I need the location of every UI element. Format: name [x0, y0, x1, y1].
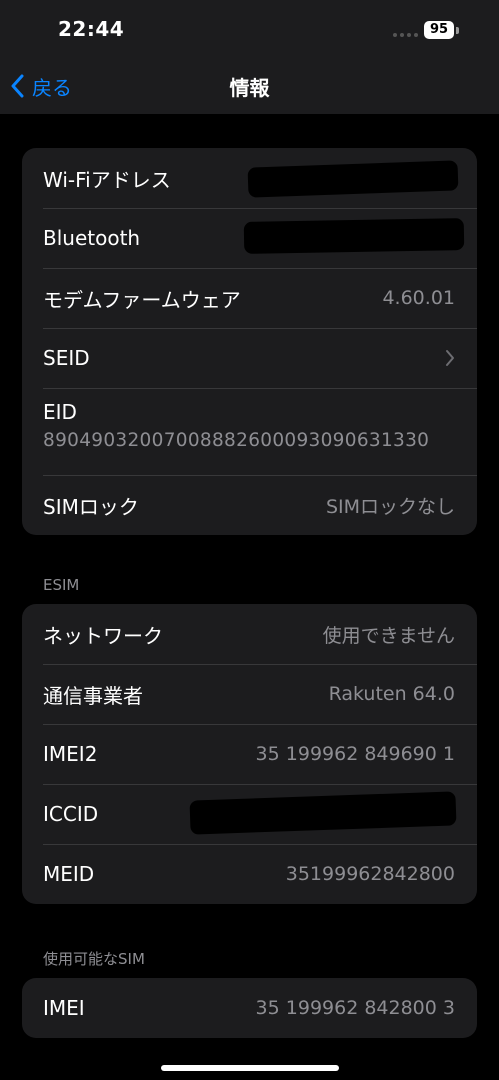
eid-value: 89049032007008882600093090631330 [43, 430, 430, 451]
imei2-label: IMEI2 [43, 742, 98, 766]
redaction-mark-bluetooth [243, 218, 465, 254]
network-label: ネットワーク [43, 623, 163, 648]
modem-firmware-row: モデムファームウェア 4.60.01 [22, 268, 477, 328]
imei-value: 35 199962 842800 3 [255, 997, 455, 1019]
meid-value: 35199962842800 [285, 863, 455, 885]
modem-firmware-value: 4.60.01 [382, 287, 455, 309]
seid-label: SEID [43, 346, 90, 370]
meid-row[interactable]: MEID 35199962842800 [22, 844, 477, 904]
status-bar: 22:44 95 [0, 0, 499, 60]
carrier-value: Rakuten 64.0 [328, 683, 455, 705]
network-row: ネットワーク 使用できません [22, 604, 477, 664]
imei-row[interactable]: IMEI 35 199962 842800 3 [22, 978, 477, 1038]
modem-firmware-label: モデムファームウェア [43, 287, 241, 312]
battery-icon: 95 [424, 21, 454, 39]
home-indicator[interactable] [161, 1065, 339, 1071]
imei2-value: 35 199962 849690 1 [255, 743, 455, 765]
eid-label: EID [43, 400, 77, 424]
bluetooth-label: Bluetooth [43, 226, 141, 250]
network-value: 使用できません [322, 624, 455, 647]
carrier-label: 通信事業者 [43, 683, 143, 708]
page-title: 情報 [229, 76, 270, 100]
sim-lock-row: SIMロック SIMロックなし [22, 475, 477, 535]
esim-section-title: ESIM [43, 576, 80, 594]
available-sim-group: IMEI 35 199962 842800 3 [22, 978, 477, 1038]
navigation-bar: 戻る 情報 [0, 60, 499, 114]
carrier-row: 通信事業者 Rakuten 64.0 [22, 664, 477, 724]
imei-label: IMEI [43, 996, 85, 1020]
imei2-row[interactable]: IMEI2 35 199962 849690 1 [22, 724, 477, 784]
battery-cap [456, 27, 459, 34]
status-time: 22:44 [58, 17, 125, 41]
esim-group: ネットワーク 使用できません 通信事業者 Rakuten 64.0 IMEI2 … [22, 604, 477, 904]
sim-lock-label: SIMロック [43, 494, 139, 519]
available-sim-section-title: 使用可能なSIM [43, 950, 145, 968]
cellular-signal-icon [393, 32, 421, 38]
seid-row[interactable]: SEID [22, 328, 477, 388]
device-info-group: Wi-Fiアドレス Bluetooth モデムファームウェア 4.60.01 S… [22, 148, 477, 535]
eid-row[interactable]: EID 89049032007008882600093090631330 [22, 388, 477, 475]
sim-lock-value: SIMロックなし [325, 495, 455, 518]
iccid-label: ICCID [43, 802, 99, 826]
meid-label: MEID [43, 862, 95, 886]
chevron-right-icon [446, 350, 454, 366]
wifi-address-label: Wi-Fiアドレス [43, 167, 171, 192]
